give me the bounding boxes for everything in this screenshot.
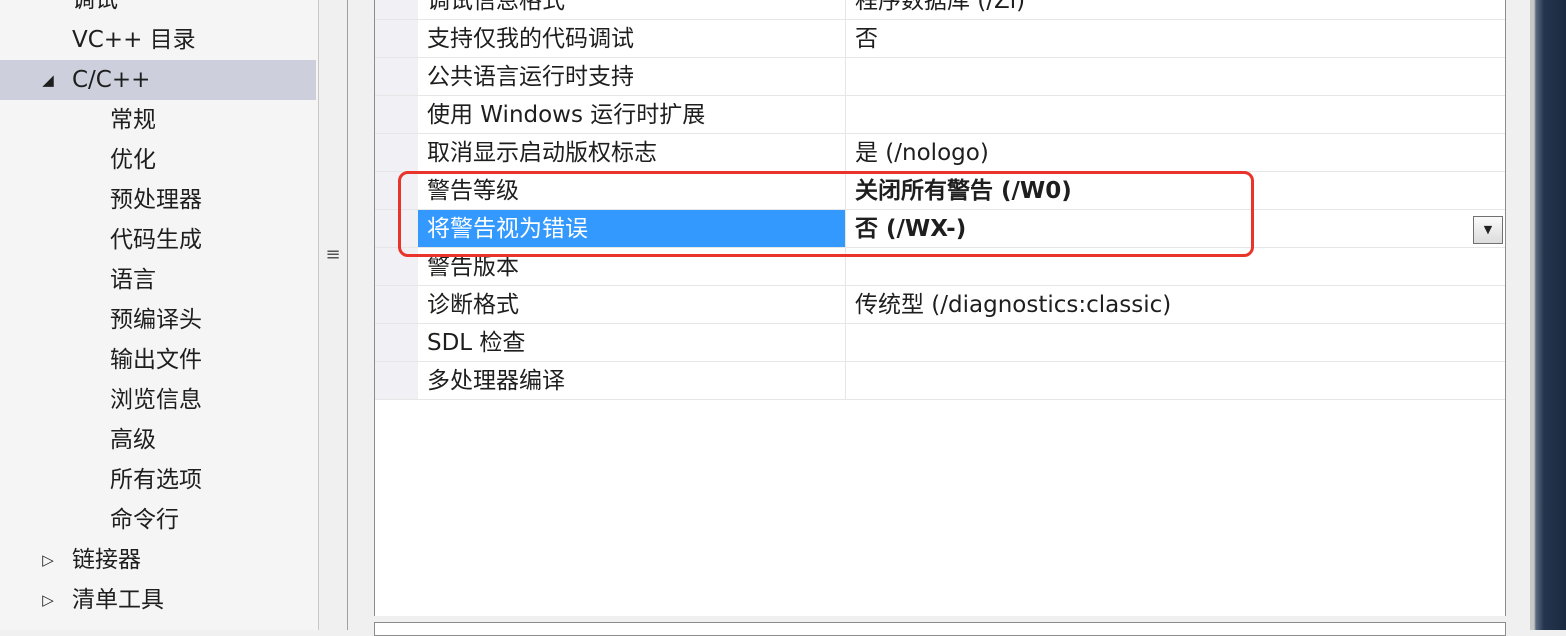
property-row-gutter [375,362,418,399]
tree-item[interactable]: ▷ 清单工具 [0,580,316,620]
tree-item[interactable]: 调试 [0,0,316,20]
tree-item[interactable]: 浏览信息 [0,380,316,420]
tree-item-label: 浏览信息 [110,387,202,413]
tree-item-label: 链接器 [72,547,141,573]
property-name[interactable]: 多处理器编译 [418,362,846,399]
property-name[interactable]: SDL 检查 [418,324,846,361]
tree-item[interactable]: 优化 [0,140,316,180]
property-name[interactable]: 警告等级 [418,172,846,209]
window-right-edge [1530,0,1566,630]
pane-splitter[interactable]: ≡ [318,0,348,630]
property-value[interactable]: 传统型 (/diagnostics:classic) [847,286,1505,323]
property-name[interactable]: 将警告视为错误 [418,210,846,247]
tree-item-label: 预处理器 [110,187,202,213]
property-row[interactable]: 多处理器编译 [375,362,1505,400]
dropdown-arrow-icon[interactable]: ▼ [1473,216,1503,244]
collapsed-arrow-icon[interactable]: ▷ [38,540,58,580]
property-row[interactable]: 公共语言运行时支持 [375,58,1505,96]
property-row[interactable]: 使用 Windows 运行时扩展 [375,96,1505,134]
property-row-gutter [375,134,418,171]
tree-item[interactable]: ◢ C/C++ [0,60,316,100]
tree-item[interactable]: 语言 [0,260,316,300]
property-name[interactable]: 公共语言运行时支持 [418,58,846,95]
tree-item[interactable]: 输出文件 [0,340,316,380]
property-name[interactable]: 警告版本 [418,248,846,285]
property-row[interactable]: 支持仅我的代码调试否 [375,20,1505,58]
property-row-gutter [375,248,418,285]
property-row[interactable]: 警告等级 关闭所有警告 (/W0) [375,172,1505,210]
tree-item[interactable]: VC++ 目录 [0,20,316,60]
property-value[interactable]: 否 [847,20,1505,57]
tree-item-label: 预编译头 [110,307,202,333]
property-value[interactable]: 是 (/nologo) [847,134,1505,171]
property-row-gutter [375,96,418,133]
property-row-gutter [375,0,418,19]
property-row-gutter [375,286,418,323]
property-row-gutter [375,172,418,209]
tree-item[interactable]: 高级 [0,420,316,460]
description-panel [374,622,1506,636]
tree-item-label: 输出文件 [110,347,202,373]
property-row-gutter [375,20,418,57]
tree-item[interactable]: 常规 [0,100,316,140]
property-name[interactable]: 使用 Windows 运行时扩展 [418,96,846,133]
property-value[interactable] [847,324,1505,361]
property-value[interactable]: 否 (/WX-) [847,210,1505,247]
expanded-arrow-icon[interactable]: ◢ [38,60,58,100]
tree-item-label: 调试 [72,0,118,13]
property-row[interactable]: 取消显示启动版权标志是 (/nologo) [375,134,1505,172]
property-value[interactable] [847,58,1505,95]
property-grid: 调试信息格式 程序数据库 (/Zi) 支持仅我的代码调试否公共语言运行时支持 使用 W… [374,0,1506,616]
property-value[interactable] [847,362,1505,399]
property-row[interactable]: SDL 检查 [375,324,1505,362]
property-grid-empty-area [375,400,1505,616]
collapsed-arrow-icon[interactable]: ▷ [38,580,58,620]
tree-item[interactable]: ▷ 链接器 [0,540,316,580]
tree-item[interactable]: 预处理器 [0,180,316,220]
tree-item[interactable]: 命令行 [0,500,316,540]
tree-item-label: 代码生成 [110,227,202,253]
property-row-gutter [375,324,418,361]
property-row-gutter [375,210,418,247]
property-row[interactable]: 诊断格式 传统型 (/diagnostics:classic) [375,286,1505,324]
property-row[interactable]: 警告版本 [375,248,1505,286]
tree-item-label: 常规 [110,107,156,133]
property-name[interactable]: 调试信息格式 [418,0,846,19]
property-row-gutter [375,58,418,95]
tree-item-label: C/C++ [72,67,151,93]
tree-item[interactable]: 所有选项 [0,460,316,500]
tree-item-label: VC++ 目录 [72,27,196,53]
tree-item[interactable]: 代码生成 [0,220,316,260]
property-value[interactable]: 程序数据库 (/Zi) [847,0,1505,19]
tree-item-label: 优化 [110,147,156,173]
property-name[interactable]: 支持仅我的代码调试 [418,20,846,57]
property-value[interactable]: 关闭所有警告 (/W0) [847,172,1505,209]
tree-item-label: 高级 [110,427,156,453]
property-value[interactable] [847,96,1505,133]
tree-item-label: 命令行 [110,507,179,533]
property-value[interactable] [847,248,1505,285]
tree-item-label: 语言 [110,267,156,293]
property-row[interactable]: 调试信息格式 程序数据库 (/Zi) [375,0,1505,20]
property-name[interactable]: 取消显示启动版权标志 [418,134,846,171]
property-row[interactable]: 将警告视为错误否 (/WX-) ▼ [375,210,1505,248]
tree-item-label: 所有选项 [110,467,202,493]
tree-item[interactable]: 预编译头 [0,300,316,340]
splitter-grip-icon[interactable]: ≡ [324,245,342,265]
property-tree: 调试 VC++ 目录 ◢ C/C++ 常规优化预处理器代码生成语言预编译头输出文件浏览信… [0,0,318,630]
property-name[interactable]: 诊断格式 [418,286,846,323]
tree-item-label: 清单工具 [72,587,164,613]
